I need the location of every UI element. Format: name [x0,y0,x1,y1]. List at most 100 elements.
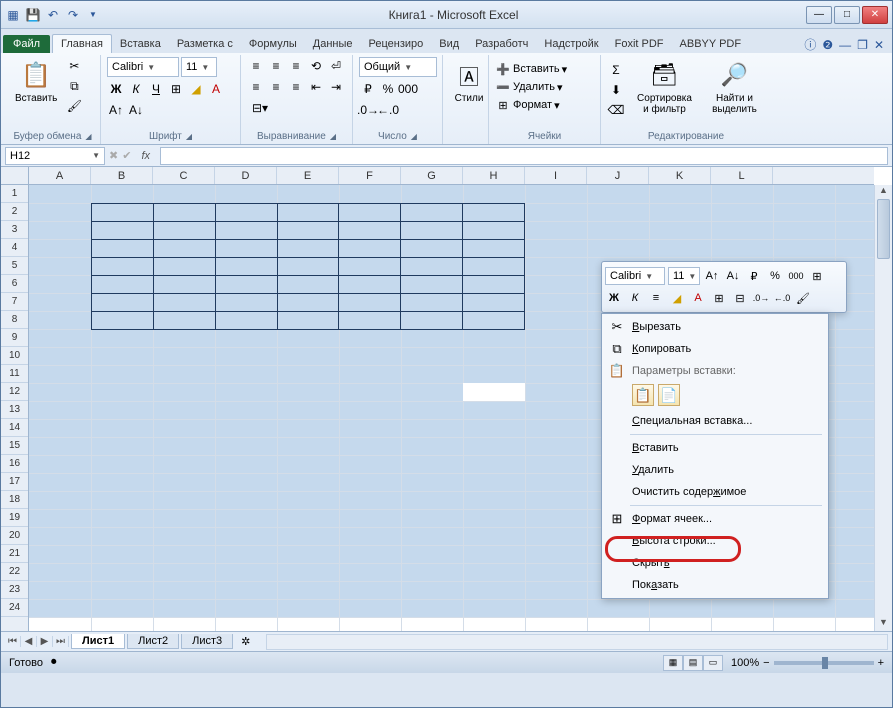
mini-percent-icon[interactable]: % [766,267,784,285]
sheet-tab-1[interactable]: Лист1 [71,634,125,649]
tab-review[interactable]: Рецензиро [361,35,432,53]
mini-currency-icon[interactable]: ₽ [745,267,763,285]
row-header[interactable]: 3 [1,221,28,239]
col-header[interactable]: L [711,167,773,184]
align-bottom-icon[interactable]: ≡ [287,57,305,75]
scrollbar-thumb[interactable] [877,199,890,259]
orientation-icon[interactable]: ⟲ [307,57,325,75]
cm-insert[interactable]: Вставить [604,437,826,459]
row-header[interactable]: 22 [1,563,28,581]
zoom-in-button[interactable]: + [878,657,884,669]
row-header[interactable]: 5 [1,257,28,275]
sheet-nav[interactable]: ⏮◀▶⏭ [5,636,69,647]
row-header[interactable]: 18 [1,491,28,509]
paste-button[interactable]: 📋 Вставить [11,57,61,106]
col-header[interactable]: A [29,167,91,184]
close-button[interactable]: ✕ [862,6,888,24]
wrap-text-icon[interactable]: ⏎ [327,57,345,75]
vertical-scrollbar[interactable]: ▲ ▼ [874,185,892,631]
tab-abbyy[interactable]: ABBYY PDF [672,35,750,53]
align-left-icon[interactable]: ≡ [247,78,265,96]
select-all-button[interactable] [1,167,29,185]
cut-icon[interactable]: ✂ [65,57,83,75]
sort-filter-button[interactable]: 🗃 Сортировка и фильтр [629,57,700,117]
autosum-icon[interactable]: Σ [607,61,625,79]
font-size-combo[interactable]: 11▼ [181,57,217,77]
row-header[interactable]: 17 [1,473,28,491]
mini-borders-icon[interactable]: ⊞ [710,289,728,307]
mini-dec-decimal-icon[interactable]: ←.0 [773,289,791,307]
name-box[interactable]: H12▼ [5,147,105,165]
mini-inc-decimal-icon[interactable]: .0→ [752,289,770,307]
undo-icon[interactable]: ↶ [45,7,61,23]
row-header[interactable]: 12 [1,383,28,401]
fill-icon[interactable]: ⬇ [607,81,625,99]
align-middle-icon[interactable]: ≡ [267,57,285,75]
row-header[interactable]: 14 [1,419,28,437]
zoom-level[interactable]: 100% [731,657,759,669]
comma-icon[interactable]: 000 [399,80,417,98]
dialog-launcher-icon[interactable]: ◢ [186,132,192,141]
mini-italic-button[interactable]: К [626,289,644,307]
dialog-launcher-icon[interactable]: ◢ [330,132,336,141]
row-header[interactable]: 13 [1,401,28,419]
mini-format-cells-icon[interactable]: ⊞ [808,267,826,285]
underline-button[interactable]: Ч [147,80,165,98]
col-header[interactable]: G [401,167,463,184]
row-header[interactable]: 4 [1,239,28,257]
font-color-button[interactable]: A [207,80,225,98]
grow-font-icon[interactable]: A↑ [107,101,125,119]
cm-copy[interactable]: ⧉Копировать [604,338,826,360]
currency-icon[interactable]: ₽ [359,80,377,98]
tab-layout[interactable]: Разметка с [169,35,241,53]
mini-fill-icon[interactable]: ◢ [668,289,686,307]
doc-minimize-icon[interactable]: — [839,38,851,52]
formula-input[interactable] [160,147,888,165]
tab-home[interactable]: Главная [52,34,112,53]
mini-merge-icon[interactable]: ⊟ [731,289,749,307]
cells-delete-button[interactable]: ➖Удалить ▾ [495,79,563,95]
row-header[interactable]: 24 [1,599,28,617]
increase-indent-icon[interactable]: ⇥ [327,78,345,96]
tab-view[interactable]: Вид [431,35,467,53]
row-header[interactable]: 20 [1,527,28,545]
row-header[interactable]: 16 [1,455,28,473]
tab-addins[interactable]: Надстройк [536,35,606,53]
row-header[interactable]: 10 [1,347,28,365]
col-header[interactable]: K [649,167,711,184]
doc-restore-icon[interactable]: ❐ [857,38,868,52]
paste-option-2-icon[interactable]: 📄 [658,384,680,406]
row-header[interactable]: 15 [1,437,28,455]
bold-button[interactable]: Ж [107,80,125,98]
fill-color-button[interactable]: ◢ [187,80,205,98]
maximize-button[interactable]: □ [834,6,860,24]
scroll-down-icon[interactable]: ▼ [875,617,892,631]
shrink-font-icon[interactable]: A↓ [127,101,145,119]
col-header[interactable]: J [587,167,649,184]
percent-icon[interactable]: % [379,80,397,98]
mini-comma-icon[interactable]: 000 [787,267,805,285]
cm-paste-special[interactable]: Специальная вставка... [604,410,826,432]
doc-close-icon[interactable]: ✕ [874,38,884,52]
mini-shrink-font-icon[interactable]: A↓ [724,267,742,285]
new-sheet-button[interactable]: ✲ [235,635,256,648]
zoom-slider[interactable] [774,661,874,665]
row-header[interactable]: 23 [1,581,28,599]
macro-record-icon[interactable]: ⏺ [51,656,57,669]
cm-hide[interactable]: Скрыть [604,552,826,574]
file-tab[interactable]: Файл [3,35,50,53]
col-header[interactable]: F [339,167,401,184]
qat-dropdown-icon[interactable]: ▼ [85,7,101,23]
cells-format-button[interactable]: ⊞Формат ▾ [495,97,560,113]
cancel-formula-icon[interactable]: ✖ [109,149,118,162]
merge-cells-icon[interactable]: ⊟▾ [247,99,273,117]
cm-cut[interactable]: ✂Вырезать [604,316,826,338]
save-icon[interactable]: 💾 [25,7,41,23]
cm-format-cells[interactable]: ⊞Формат ячеек... [604,508,826,530]
help-icon[interactable]: ❷ [822,38,833,52]
row-header[interactable]: 19 [1,509,28,527]
italic-button[interactable]: К [127,80,145,98]
align-right-icon[interactable]: ≡ [287,78,305,96]
dialog-launcher-icon[interactable]: ◢ [85,132,91,141]
tab-foxit[interactable]: Foxit PDF [607,35,672,53]
